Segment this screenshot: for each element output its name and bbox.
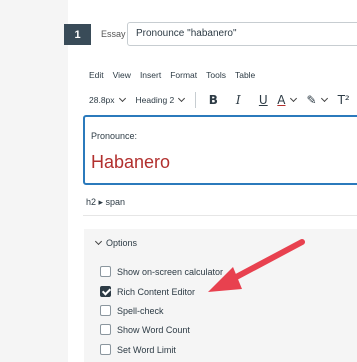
annotation-arrow-icon — [208, 239, 305, 292]
